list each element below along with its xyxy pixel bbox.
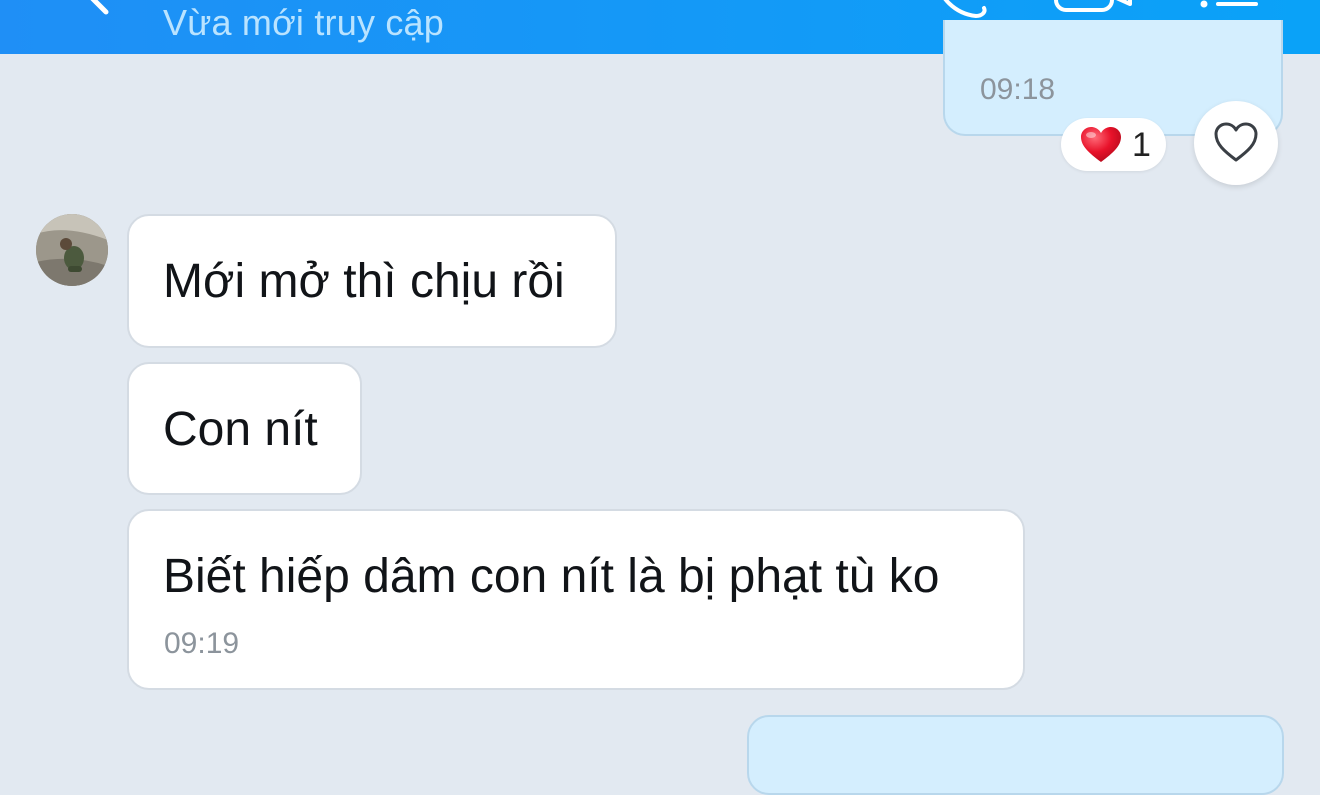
outgoing-message-bubble[interactable]: [747, 715, 1284, 795]
message-text: Biết hiếp dâm con nít là bị phạt tù ko: [163, 550, 940, 603]
avatar-photo: [36, 214, 108, 286]
heart-icon: [1081, 127, 1121, 162]
avatar[interactable]: [36, 214, 108, 286]
heart-outline-icon: [1214, 122, 1258, 162]
incoming-message-bubble[interactable]: Biết hiếp dâm con nít là bị phạt tù ko 0…: [127, 509, 1025, 690]
back-arrow-icon[interactable]: [70, 0, 130, 20]
video-call-icon[interactable]: [1050, 0, 1140, 20]
message-text: Mới mở thì chịu rồi: [163, 255, 565, 308]
menu-list-icon[interactable]: [1192, 0, 1272, 20]
incoming-message-bubble[interactable]: Mới mở thì chịu rồi: [127, 214, 617, 348]
reaction-count: 1: [1132, 126, 1151, 164]
like-button[interactable]: [1194, 101, 1278, 185]
message-text: Con nít: [163, 403, 318, 456]
reaction-badge[interactable]: 1: [1061, 118, 1166, 171]
incoming-message-bubble[interactable]: Con nít: [127, 362, 362, 495]
contact-status: Vừa mới truy cập: [163, 2, 444, 43]
message-time: 09:19: [164, 627, 240, 660]
message-time: 09:18: [980, 73, 1056, 106]
phone-call-icon[interactable]: [928, 0, 998, 20]
